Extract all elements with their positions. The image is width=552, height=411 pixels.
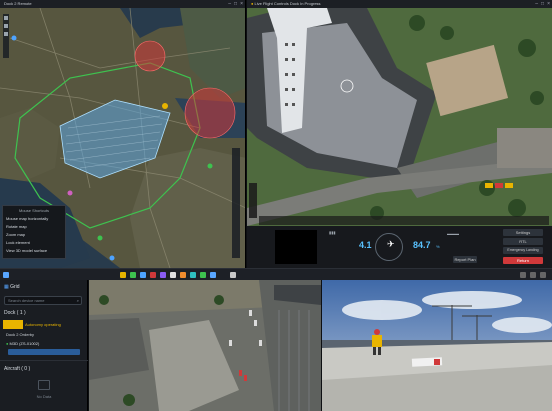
drone-camera-feed[interactable]: [247, 8, 552, 226]
app-icon[interactable]: [190, 272, 196, 278]
search-input[interactable]: Search device name ⌕: [4, 296, 82, 305]
aircraft-section-title: Aircraft ( 0 ): [4, 366, 31, 372]
fpv-preview[interactable]: [275, 230, 317, 264]
app-icon[interactable]: [200, 272, 206, 278]
dock-status: Autonomy operating: [25, 322, 61, 327]
maximize-icon[interactable]: □: [234, 0, 237, 8]
battery-value: 84.7: [413, 240, 431, 250]
close-icon[interactable]: ×: [547, 0, 550, 8]
open-livestream-button[interactable]: [8, 349, 80, 355]
close-icon[interactable]: ×: [240, 0, 243, 8]
aircraft-heading-icon: ✈: [387, 239, 395, 249]
dock-section-title: Dock ( 1 ): [4, 310, 26, 316]
dock-camera-feed[interactable]: [322, 280, 552, 411]
grid-aerial-view[interactable]: [89, 280, 321, 411]
app-icon[interactable]: [180, 272, 186, 278]
mouse-shortcut-menu: Mouse Shortcuts Mouse map horizontally R…: [2, 205, 66, 259]
search-placeholder: Search device name: [8, 298, 45, 303]
aircraft-entry[interactable]: ● M3D (ZS-01002): [6, 341, 39, 346]
map-window: Dock 2 Remote – □ × Mouse Shortcuts Mous…: [0, 0, 246, 268]
minimize-icon[interactable]: –: [535, 0, 538, 8]
emergency-landing-button[interactable]: Emergency Landing: [503, 247, 543, 254]
menu-item[interactable]: Rotate map: [6, 223, 62, 231]
minimize-icon[interactable]: –: [228, 0, 231, 8]
start-icon[interactable]: [3, 272, 9, 278]
battery-unit: %: [436, 244, 440, 249]
tray-icon[interactable]: [520, 272, 526, 278]
ruler-icon[interactable]: [4, 32, 8, 36]
pin-icon[interactable]: [4, 24, 8, 28]
speed-value: 4.1: [359, 240, 372, 250]
app-icon[interactable]: [230, 272, 236, 278]
settings-button[interactable]: Settings: [503, 229, 543, 236]
tray-icon[interactable]: [530, 272, 536, 278]
search-icon: ⌕: [76, 298, 79, 303]
menu-item[interactable]: View 3D model surface: [6, 247, 62, 255]
app-icon[interactable]: [130, 272, 136, 278]
menu-item[interactable]: Zoom map: [6, 231, 62, 239]
menu-item[interactable]: Mouse map horizontally: [6, 215, 62, 223]
live-flight-titlebar: ● Live Flight Controls Dock In Progress …: [247, 0, 552, 8]
layers-icon[interactable]: [4, 16, 8, 20]
attitude-compass: ✈: [375, 233, 403, 261]
device-panel-header: ▦ Grid: [0, 282, 88, 292]
app-icon[interactable]: [140, 272, 146, 278]
report-plan-button[interactable]: Report Plan: [453, 256, 477, 263]
menu-title: Mouse Shortcuts: [18, 208, 49, 213]
no-data-text: No Data: [36, 394, 52, 399]
app-icon[interactable]: [150, 272, 156, 278]
battery-readout: ▮▮▮: [329, 230, 336, 235]
maximize-icon[interactable]: □: [541, 0, 544, 8]
dock-status-chip: [3, 320, 23, 329]
app-icon[interactable]: [160, 272, 166, 278]
telemetry-panel: ▮▮▮ 4.1 ✈ 84.7 % ▬▬▬ Report Plan Setting…: [247, 226, 552, 268]
app-icon[interactable]: [210, 272, 216, 278]
app-icon[interactable]: [120, 272, 126, 278]
map-window-titlebar: Dock 2 Remote – □ ×: [0, 0, 245, 8]
device-panel: ▦ Grid Search device name ⌕ Dock ( 1 ) A…: [0, 280, 88, 411]
menu-item[interactable]: Lock element: [6, 239, 62, 247]
taskbar: [0, 268, 552, 280]
map-window-title: Dock 2 Remote: [4, 1, 32, 6]
divider: [0, 360, 88, 361]
empty-box-icon: [38, 380, 50, 390]
mission-info: ▬▬▬: [447, 231, 459, 236]
live-flight-window: ● Live Flight Controls Dock In Progress …: [247, 0, 552, 268]
grid-label: Grid: [10, 284, 20, 290]
map-tools-bar: [3, 14, 9, 58]
return-button[interactable]: Return: [503, 257, 543, 264]
live-flight-title: Live Flight Controls Dock In Progress: [254, 1, 321, 6]
rtl-button[interactable]: RTL: [503, 238, 543, 245]
dock-row[interactable]: Autonomy operating: [3, 320, 85, 329]
dock-name[interactable]: Dock 2 Orderby: [6, 332, 34, 337]
tray-icon[interactable]: [540, 272, 546, 278]
app-icon[interactable]: [170, 272, 176, 278]
